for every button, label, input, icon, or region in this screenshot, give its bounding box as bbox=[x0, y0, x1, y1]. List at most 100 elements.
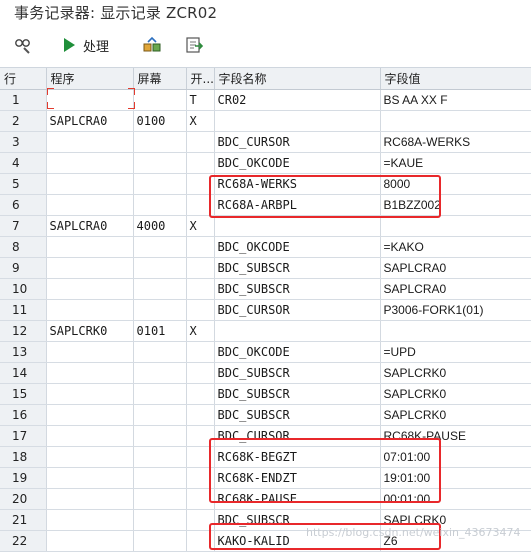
screen-cell[interactable] bbox=[133, 509, 187, 531]
column-header-start[interactable]: 开... bbox=[186, 68, 215, 90]
program-cell[interactable] bbox=[46, 278, 134, 300]
start-cell[interactable]: T bbox=[186, 89, 215, 111]
row-number-cell[interactable]: 9 bbox=[0, 257, 47, 279]
program-cell[interactable] bbox=[46, 152, 134, 174]
column-header-screen[interactable]: 屏幕 bbox=[133, 68, 187, 90]
field-name-cell[interactable]: BDC_SUBSCR bbox=[214, 257, 381, 279]
field-value-cell[interactable]: 8000 bbox=[380, 173, 531, 195]
program-cell[interactable] bbox=[46, 299, 134, 321]
field-name-cell[interactable]: BDC_OKCODE bbox=[214, 152, 381, 174]
screen-cell[interactable] bbox=[133, 257, 187, 279]
screen-cell[interactable] bbox=[133, 299, 187, 321]
screen-cell[interactable] bbox=[133, 236, 187, 258]
table-row[interactable]: 22 KAKO-KALID Z6 bbox=[0, 530, 531, 552]
column-header-field-name[interactable]: 字段名称 bbox=[214, 68, 381, 90]
row-number-cell[interactable]: 7 bbox=[0, 215, 47, 237]
row-number-cell[interactable]: 8 bbox=[0, 236, 47, 258]
screen-cell[interactable] bbox=[133, 173, 187, 195]
field-value-cell[interactable]: SAPLCRA0 bbox=[380, 257, 531, 279]
field-value-cell[interactable]: 19:01:00 bbox=[380, 467, 531, 489]
program-cell[interactable]: SAPLCRK0 bbox=[46, 320, 134, 342]
start-cell[interactable] bbox=[186, 362, 215, 384]
start-cell[interactable] bbox=[186, 194, 215, 216]
row-number-cell[interactable]: 13 bbox=[0, 341, 47, 363]
column-header-program[interactable]: 程序 bbox=[46, 68, 134, 90]
table-row[interactable]: 6 RC68A-ARBPL B1BZZ002 bbox=[0, 194, 531, 216]
field-value-cell[interactable]: RC68K-PAUSE bbox=[380, 425, 531, 447]
field-name-cell[interactable] bbox=[214, 320, 381, 342]
field-value-cell[interactable]: =UPD bbox=[380, 341, 531, 363]
field-name-cell[interactable]: BDC_SUBSCR bbox=[214, 383, 381, 405]
program-cell[interactable] bbox=[46, 89, 134, 111]
start-cell[interactable] bbox=[186, 404, 215, 426]
field-name-cell[interactable]: BDC_SUBSCR bbox=[214, 362, 381, 384]
start-cell[interactable] bbox=[186, 299, 215, 321]
column-header-row-number[interactable]: 行 bbox=[0, 68, 47, 90]
field-name-cell[interactable]: BDC_SUBSCR bbox=[214, 509, 381, 531]
field-name-cell[interactable]: BDC_OKCODE bbox=[214, 341, 381, 363]
row-number-cell[interactable]: 5 bbox=[0, 173, 47, 195]
screen-cell[interactable] bbox=[133, 194, 187, 216]
start-cell[interactable] bbox=[186, 278, 215, 300]
program-cell[interactable] bbox=[46, 194, 134, 216]
field-value-cell[interactable]: 07:01:00 bbox=[380, 446, 531, 468]
program-cell[interactable] bbox=[46, 425, 134, 447]
start-cell[interactable] bbox=[186, 173, 215, 195]
field-name-cell[interactable]: RC68K-BEGZT bbox=[214, 446, 381, 468]
table-row[interactable]: 19 RC68K-ENDZT 19:01:00 bbox=[0, 467, 531, 489]
field-name-cell[interactable]: BDC_CURSOR bbox=[214, 299, 381, 321]
table-row[interactable]: 3 BDC_CURSOR RC68A-WERKS bbox=[0, 131, 531, 153]
field-value-cell[interactable]: SAPLCRK0 bbox=[380, 383, 531, 405]
field-value-cell[interactable]: P3006-FORK1(01) bbox=[380, 299, 531, 321]
field-name-cell[interactable]: BDC_SUBSCR bbox=[214, 404, 381, 426]
field-value-cell[interactable]: Z6 bbox=[380, 530, 531, 552]
program-cell[interactable]: SAPLCRA0 bbox=[46, 215, 134, 237]
field-value-cell[interactable] bbox=[380, 110, 531, 132]
column-header-field-value[interactable]: 字段值 bbox=[380, 68, 531, 90]
screen-cell[interactable] bbox=[133, 362, 187, 384]
field-value-cell[interactable]: SAPLCRA0 bbox=[380, 278, 531, 300]
screen-cell[interactable] bbox=[133, 404, 187, 426]
program-cell[interactable] bbox=[46, 236, 134, 258]
row-number-cell[interactable]: 19 bbox=[0, 467, 47, 489]
program-cell[interactable] bbox=[46, 404, 134, 426]
table-row[interactable]: 13 BDC_OKCODE =UPD bbox=[0, 341, 531, 363]
start-cell[interactable] bbox=[186, 446, 215, 468]
transport-button[interactable] bbox=[141, 33, 163, 57]
row-number-cell[interactable]: 16 bbox=[0, 404, 47, 426]
field-value-cell[interactable]: SAPLCRK0 bbox=[380, 362, 531, 384]
row-number-cell[interactable]: 2 bbox=[0, 110, 47, 132]
field-value-cell[interactable]: B1BZZ002 bbox=[380, 194, 531, 216]
row-number-cell[interactable]: 1 bbox=[0, 89, 47, 111]
table-row[interactable]: 5 RC68A-WERKS 8000 bbox=[0, 173, 531, 195]
table-row[interactable]: 21 BDC_SUBSCR SAPLCRK0 bbox=[0, 509, 531, 531]
table-row[interactable]: 4 BDC_OKCODE =KAUE bbox=[0, 152, 531, 174]
table-row[interactable]: 15 BDC_SUBSCR SAPLCRK0 bbox=[0, 383, 531, 405]
table-row[interactable]: 18 RC68K-BEGZT 07:01:00 bbox=[0, 446, 531, 468]
program-cell[interactable] bbox=[46, 341, 134, 363]
table-row[interactable]: 7 SAPLCRA0 4000 X bbox=[0, 215, 531, 237]
field-value-cell[interactable]: BS AA XX F bbox=[380, 89, 531, 111]
table-row[interactable]: 8 BDC_OKCODE =KAKO bbox=[0, 236, 531, 258]
row-number-cell[interactable]: 3 bbox=[0, 131, 47, 153]
start-cell[interactable]: X bbox=[186, 110, 215, 132]
row-number-cell[interactable]: 15 bbox=[0, 383, 47, 405]
table-row[interactable]: 17 BDC_CURSOR RC68K-PAUSE bbox=[0, 425, 531, 447]
program-cell[interactable] bbox=[46, 488, 134, 510]
program-cell[interactable] bbox=[46, 446, 134, 468]
screen-cell[interactable]: 4000 bbox=[133, 215, 187, 237]
screen-cell[interactable] bbox=[133, 530, 187, 552]
screen-cell[interactable] bbox=[133, 467, 187, 489]
table-row[interactable]: 2 SAPLCRA0 0100 X bbox=[0, 110, 531, 132]
start-cell[interactable] bbox=[186, 425, 215, 447]
row-number-cell[interactable]: 17 bbox=[0, 425, 47, 447]
table-row[interactable]: 12 SAPLCRK0 0101 X bbox=[0, 320, 531, 342]
field-name-cell[interactable] bbox=[214, 215, 381, 237]
row-number-cell[interactable]: 14 bbox=[0, 362, 47, 384]
start-cell[interactable] bbox=[186, 131, 215, 153]
row-number-cell[interactable]: 21 bbox=[0, 509, 47, 531]
field-name-cell[interactable]: RC68K-ENDZT bbox=[214, 467, 381, 489]
field-name-cell[interactable]: BDC_CURSOR bbox=[214, 425, 381, 447]
start-cell[interactable] bbox=[186, 488, 215, 510]
field-value-cell[interactable] bbox=[380, 215, 531, 237]
